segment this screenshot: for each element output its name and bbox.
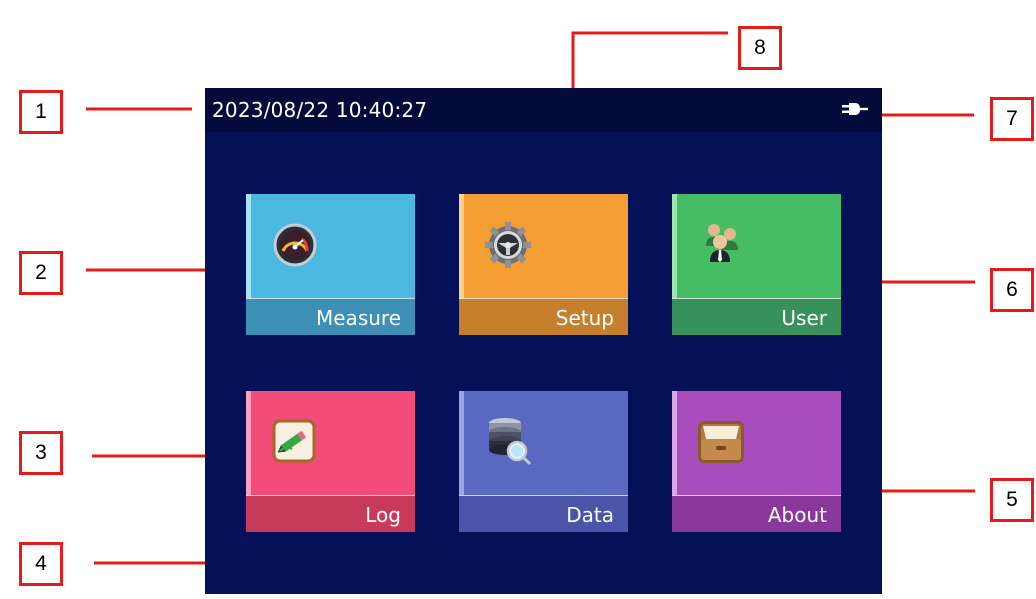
- callout-4: 4: [19, 542, 63, 586]
- tile-setup[interactable]: Setup: [459, 194, 628, 335]
- tile-label-bar: Measure: [246, 298, 415, 335]
- tile-measure[interactable]: Measure: [246, 194, 415, 335]
- status-bar: 2023/08/22 10:40:27: [205, 88, 882, 132]
- datetime-display: 2023/08/22 10:40:27: [212, 98, 428, 122]
- tile-label-bar: Data: [459, 495, 628, 532]
- tile-label: Data: [566, 503, 614, 527]
- callout-7: 7: [990, 97, 1034, 141]
- tile-label-bar: User: [672, 298, 841, 335]
- tile-about[interactable]: About: [672, 391, 841, 532]
- tile-label: About: [767, 503, 827, 527]
- tile-label-bar: Setup: [459, 298, 628, 335]
- callout-6: 6: [990, 268, 1034, 312]
- tile-user[interactable]: User: [672, 194, 841, 335]
- database-search-icon: [489, 418, 532, 466]
- callout-8: 8: [738, 26, 782, 70]
- users-icon: [706, 224, 738, 262]
- callout-5: 5: [990, 478, 1034, 522]
- tile-label: Setup: [555, 306, 614, 330]
- plug-icon: [842, 103, 868, 115]
- device-screen: 2023/08/22 10:40:27 Measure Setup User L…: [205, 88, 882, 594]
- callout-2: 2: [19, 251, 63, 295]
- drawer-icon: [698, 421, 744, 463]
- gear-icon: [485, 222, 531, 268]
- tile-label-bar: Log: [246, 495, 415, 532]
- tile-label: User: [781, 306, 827, 330]
- pencil-icon: [272, 419, 316, 463]
- tile-data[interactable]: Data: [459, 391, 628, 532]
- tile-label: Measure: [316, 306, 401, 330]
- tile-log[interactable]: Log: [246, 391, 415, 532]
- callout-1: 1: [19, 90, 63, 134]
- tile-label: Log: [365, 503, 401, 527]
- tile-label-bar: About: [672, 495, 841, 532]
- gauge-icon: [273, 223, 317, 267]
- callout-3: 3: [19, 431, 63, 475]
